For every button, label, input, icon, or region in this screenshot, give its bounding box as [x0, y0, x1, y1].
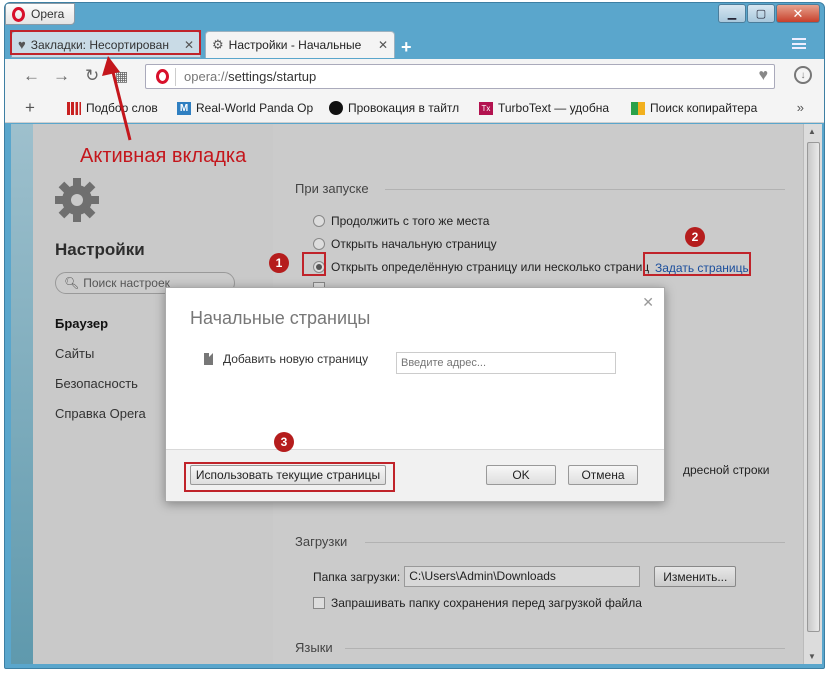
- forward-arrow-icon[interactable]: →: [53, 66, 70, 86]
- bookmark-item[interactable]: M Real-World Panda Op: [177, 101, 317, 115]
- download-folder-row: Папка загрузки: C:\Users\Admin\Downloads…: [313, 566, 737, 587]
- tab-title: Настройки - Начальные: [228, 38, 362, 52]
- dialog-title: Начальные страницы: [190, 308, 371, 328]
- scroll-thumb[interactable]: [807, 142, 820, 632]
- scroll-down-arrow-icon[interactable]: ▼: [808, 652, 816, 661]
- reload-icon[interactable]: ↻: [85, 66, 99, 86]
- dialog-close-icon[interactable]: ✕: [642, 294, 654, 311]
- address-bar-setting-text: дресной строки: [683, 463, 770, 477]
- more-bookmarks-chevron-icon[interactable]: »: [797, 100, 804, 115]
- title-bar: Opera ▁ ▢ ✕: [5, 3, 824, 31]
- sidebar-item-browser[interactable]: Браузер: [55, 316, 108, 331]
- startup-option-start-page[interactable]: Открыть начальную страницу: [313, 237, 497, 251]
- download-folder-label: Папка загрузки:: [313, 569, 401, 584]
- address-separator: [175, 67, 176, 86]
- navigation-toolbar: ← → ↻ ▦ opera://settings/startup ♥ ↓: [5, 59, 824, 93]
- option-label: Открыть начальную страницу: [331, 237, 497, 251]
- bookmarks-bar: + Подбор слов M Real-World Panda Op Пров…: [5, 93, 824, 123]
- window-controls: ▁ ▢ ✕: [718, 4, 820, 23]
- ask-folder-label: Запрашивать папку сохранения перед загру…: [331, 596, 642, 610]
- downloads-icon[interactable]: ↓: [794, 66, 812, 84]
- black-circle-icon: [329, 101, 343, 115]
- minimize-button[interactable]: ▁: [718, 4, 746, 23]
- ok-button[interactable]: OK: [486, 465, 556, 485]
- sidebar-item-security[interactable]: Безопасность: [55, 376, 138, 391]
- checkbox[interactable]: [313, 597, 325, 609]
- set-pages-highlight: [643, 252, 751, 276]
- address-bar[interactable]: opera://settings/startup ♥: [145, 64, 775, 89]
- bookmark-label: Провокация в тайтл: [348, 101, 460, 115]
- speed-dial-grid-icon[interactable]: ▦: [115, 68, 128, 85]
- tab-close-icon[interactable]: ✕: [378, 38, 388, 52]
- maximize-button[interactable]: ▢: [747, 4, 775, 23]
- colored-squares-icon: [631, 101, 645, 115]
- download-folder-field[interactable]: C:\Users\Admin\Downloads: [404, 566, 641, 587]
- sidebar-item-sites[interactable]: Сайты: [55, 346, 94, 361]
- scroll-up-arrow-icon[interactable]: ▲: [808, 127, 816, 136]
- step-badge-1: 1: [269, 253, 289, 273]
- settings-gear-icon: [55, 178, 99, 222]
- bookmark-item[interactable]: Tx TurboText — удобна: [479, 101, 619, 115]
- bookmark-label: Real-World Panda Op: [196, 101, 314, 115]
- section-divider: [385, 189, 785, 190]
- bookmark-label: Поиск копирайтера: [650, 101, 758, 115]
- bookmark-label: TurboText — удобна: [498, 101, 610, 115]
- document-icon: [204, 353, 213, 365]
- step-badge-3: 3: [274, 432, 294, 452]
- add-page-label: Добавить новую страницу: [223, 352, 369, 366]
- startup-heading: При запуске: [295, 181, 369, 196]
- turbotext-logo-icon: Tx: [479, 101, 493, 115]
- address-input[interactable]: [396, 352, 616, 374]
- opera-menu-label: Opera: [31, 7, 65, 21]
- settings-title: Настройки: [55, 240, 145, 259]
- search-placeholder: Поиск настроек: [83, 276, 170, 290]
- bookmark-label: Подбор слов: [86, 101, 158, 115]
- search-icon: 🔍︎: [64, 276, 80, 290]
- section-divider: [345, 648, 785, 649]
- opera-logo-icon: [12, 6, 25, 22]
- add-bookmark-plus-icon[interactable]: +: [25, 98, 35, 118]
- active-tab-caption: Активная вкладка: [80, 145, 247, 167]
- bookmark-item[interactable]: Провокация в тайтл: [329, 101, 469, 115]
- tab-menu-icon[interactable]: [792, 38, 806, 49]
- startup-option-specific-pages[interactable]: Открыть определённую страницу или нескол…: [313, 260, 687, 274]
- step-badge-2: 2: [685, 227, 705, 247]
- m-logo-icon: M: [177, 101, 191, 115]
- tab-settings[interactable]: ⚙ Настройки - Начальные ✕: [205, 31, 395, 58]
- languages-heading: Языки: [295, 640, 333, 655]
- radio-button[interactable]: [313, 238, 325, 250]
- startup-option-continue[interactable]: Продолжить с того же места: [313, 214, 489, 228]
- radio-button[interactable]: [313, 215, 325, 227]
- change-folder-button[interactable]: Изменить...: [654, 566, 737, 587]
- bar-chart-icon: [67, 101, 81, 115]
- back-arrow-icon[interactable]: ←: [23, 66, 40, 86]
- active-tab-highlight: [10, 30, 201, 55]
- bookmark-item[interactable]: Подбор слов: [67, 101, 167, 115]
- use-current-highlight: [184, 462, 395, 492]
- opera-logo-icon: [156, 69, 169, 84]
- option-label: Открыть определённую страницу или нескол…: [331, 260, 650, 274]
- option-label: Продолжить с того же места: [331, 214, 490, 228]
- cancel-button[interactable]: Отмена: [568, 465, 638, 485]
- new-tab-plus-icon[interactable]: +: [401, 37, 412, 58]
- opera-menu-button[interactable]: Opera: [5, 3, 75, 25]
- sidebar-item-help[interactable]: Справка Opera: [55, 406, 146, 421]
- page-edge-decoration: [11, 124, 33, 664]
- page-scrollbar[interactable]: ▲ ▼: [803, 124, 822, 664]
- add-page-row: Добавить новую страницу: [204, 352, 368, 366]
- bookmark-heart-icon[interactable]: ♥: [759, 67, 769, 85]
- close-window-button[interactable]: ✕: [776, 4, 820, 23]
- bookmark-item[interactable]: Поиск копирайтера: [631, 101, 771, 115]
- radio-highlight: [302, 252, 326, 276]
- gear-icon: ⚙: [212, 37, 224, 52]
- downloads-heading: Загрузки: [295, 534, 348, 549]
- section-divider: [365, 542, 785, 543]
- ask-folder-row[interactable]: Запрашивать папку сохранения перед загру…: [313, 596, 642, 610]
- address-text[interactable]: opera://settings/startup: [184, 69, 316, 84]
